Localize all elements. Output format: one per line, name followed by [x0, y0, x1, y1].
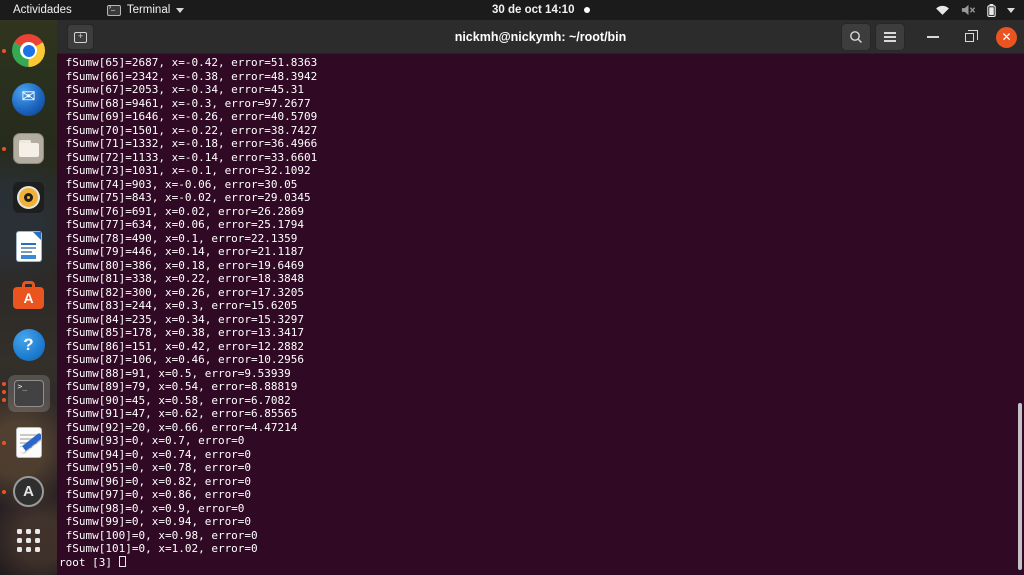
- running-indicator-dot: [1, 489, 6, 494]
- terminal-output-line: fSumw[65]=2687, x=-0.42, error=51.8363: [59, 56, 318, 69]
- terminal-output-line: fSumw[76]=691, x=0.02, error=26.2869: [59, 204, 305, 218]
- terminal-mini-icon: [106, 4, 121, 16]
- terminal-output-line: fSumw[87]=106, x=0.46, error=10.2956: [59, 353, 305, 366]
- terminal-window: nickmh@nickymh: ~/root/bin ✕ fSumw[65]=2…: [57, 20, 1024, 575]
- terminal-output-line: fSumw[98]=0, x=0.9, error=0: [59, 501, 245, 515]
- help-icon: ?: [12, 328, 45, 361]
- app-a-icon: A: [13, 476, 44, 507]
- terminal-output-line: fSumw[70]=1501, x=-0.22, error=38.7427: [59, 123, 318, 137]
- terminal-body[interactable]: fSumw[65]=2687, x=-0.42, error=51.8363 f…: [57, 54, 1024, 575]
- chevron-down-icon: [176, 7, 185, 13]
- running-indicator-dot: [1, 48, 6, 53]
- dock-item-show-applications[interactable]: [8, 522, 50, 559]
- dock-item-ubuntu-software[interactable]: A: [8, 277, 50, 314]
- terminal-output-line: fSumw[77]=634, x=0.06, error=25.1794: [59, 218, 305, 231]
- search-button[interactable]: [841, 23, 871, 51]
- dock-item-text-editor[interactable]: [1, 424, 50, 461]
- dock-item-app-a[interactable]: A: [1, 473, 50, 510]
- terminal-output-line: fSumw[81]=338, x=0.22, error=18.3848: [59, 272, 305, 285]
- terminal-output-line: fSumw[84]=235, x=0.34, error=15.3297: [59, 312, 305, 326]
- terminal-output-line: fSumw[96]=0, x=0.82, error=0: [59, 474, 252, 488]
- close-button[interactable]: ✕: [996, 26, 1017, 48]
- terminal-output-line: fSumw[69]=1646, x=-0.26, error=40.5709: [59, 110, 318, 123]
- libreoffice-writer-icon: [16, 232, 41, 261]
- text-editor-icon: [16, 428, 41, 457]
- restore-button[interactable]: [965, 29, 978, 42]
- minimize-button[interactable]: [927, 36, 939, 38]
- dock-item-terminal[interactable]: [1, 375, 50, 412]
- dock-item-rhythmbox[interactable]: [8, 179, 50, 216]
- app-menu-terminal[interactable]: Terminal: [106, 0, 185, 20]
- new-tab-icon: [74, 31, 87, 43]
- titlebar-controls: ✕: [841, 20, 1024, 54]
- ubuntu-software-icon: A: [13, 281, 44, 310]
- terminal-output-line: fSumw[68]=9461, x=-0.3, error=97.2677: [59, 96, 311, 110]
- thunderbird-icon: [12, 83, 45, 116]
- terminal-output: fSumw[65]=2687, x=-0.42, error=51.8363 f…: [59, 56, 1024, 556]
- new-tab-button[interactable]: [67, 24, 94, 50]
- terminal-output-line: fSumw[67]=2053, x=-0.34, error=45.31: [59, 83, 305, 96]
- terminal-output-line: fSumw[91]=47, x=0.62, error=6.85565: [59, 407, 298, 420]
- terminal-output-line: fSumw[66]=2342, x=-0.38, error=48.3942: [59, 69, 318, 83]
- volume-muted-icon: [961, 4, 976, 16]
- clock-area[interactable]: 30 de oct 14:10: [492, 0, 591, 20]
- search-icon: [850, 31, 862, 43]
- terminal-output-line: fSumw[89]=79, x=0.54, error=8.88819: [59, 380, 298, 393]
- terminal-output-line: fSumw[80]=386, x=0.18, error=19.6469: [59, 258, 305, 272]
- terminal-output-line: fSumw[92]=20, x=0.66, error=4.47214: [59, 420, 298, 434]
- running-indicator-dot: [1, 440, 6, 445]
- hamburger-menu-icon: [884, 32, 896, 42]
- terminal-output-line: fSumw[75]=843, x=-0.02, error=29.0345: [59, 191, 311, 204]
- terminal-scrollbar[interactable]: [1018, 403, 1022, 570]
- terminal-output-line: fSumw[71]=1332, x=-0.18, error=36.4966: [59, 137, 318, 150]
- terminal-output-line: fSumw[93]=0, x=0.7, error=0: [59, 434, 245, 447]
- chevron-down-icon: [1007, 7, 1015, 13]
- running-indicator-dots: [1, 381, 6, 402]
- terminal-output-line: fSumw[73]=1031, x=-0.1, error=32.1092: [59, 164, 311, 177]
- files-folder-icon: [13, 133, 44, 164]
- terminal-output-line: fSumw[83]=244, x=0.3, error=15.6205: [59, 299, 298, 312]
- dock-item-help[interactable]: ?: [8, 326, 50, 363]
- battery-icon: [987, 3, 996, 17]
- chrome-icon: [12, 34, 45, 67]
- top-panel: Actividades Terminal 30 de oct 14:10: [0, 0, 1024, 20]
- prompt-label: root [3]: [59, 555, 119, 569]
- clock-label: 30 de oct 14:10: [492, 4, 575, 16]
- terminal-output-line: fSumw[95]=0, x=0.78, error=0: [59, 461, 252, 474]
- system-status-area[interactable]: [935, 0, 1024, 20]
- terminal-prompt-line: root [3]: [59, 555, 1024, 570]
- wifi-icon: [936, 5, 949, 15]
- app-menu-label: Terminal: [126, 4, 171, 16]
- activities-button[interactable]: Actividades: [0, 0, 85, 20]
- dock-item-files[interactable]: [1, 130, 50, 167]
- terminal-icon: [13, 380, 44, 407]
- terminal-output-line: fSumw[72]=1133, x=-0.14, error=33.6601: [59, 150, 318, 164]
- terminal-output-line: fSumw[90]=45, x=0.58, error=6.7082: [59, 393, 291, 407]
- dock-item-thunderbird[interactable]: [8, 81, 50, 118]
- terminal-output-line: fSumw[99]=0, x=0.94, error=0: [59, 515, 252, 528]
- terminal-output-line: fSumw[94]=0, x=0.74, error=0: [59, 447, 252, 461]
- dock-item-chrome[interactable]: [1, 32, 50, 69]
- terminal-titlebar[interactable]: nickmh@nickymh: ~/root/bin ✕: [57, 20, 1024, 54]
- show-applications-icon: [17, 529, 40, 552]
- running-indicator-dot: [1, 146, 6, 151]
- terminal-output-line: fSumw[79]=446, x=0.14, error=21.1187: [59, 245, 305, 258]
- terminal-output-line: fSumw[88]=91, x=0.5, error=9.53939: [59, 366, 291, 380]
- dock: A ? A: [0, 20, 57, 575]
- terminal-output-line: fSumw[86]=151, x=0.42, error=12.2882: [59, 339, 305, 353]
- terminal-output-line: fSumw[97]=0, x=0.86, error=0: [59, 488, 252, 501]
- terminal-output-line: fSumw[85]=178, x=0.38, error=13.3417: [59, 326, 305, 339]
- terminal-output-line: fSumw[101]=0, x=1.02, error=0: [59, 542, 258, 555]
- menu-button[interactable]: [875, 23, 905, 51]
- terminal-output-line: fSumw[100]=0, x=0.98, error=0: [59, 528, 258, 542]
- terminal-output-line: fSumw[78]=490, x=0.1, error=22.1359: [59, 231, 298, 245]
- terminal-cursor: [118, 555, 126, 567]
- dock-item-libreoffice-writer[interactable]: [8, 228, 50, 265]
- terminal-output-line: fSumw[82]=300, x=0.26, error=17.3205: [59, 285, 305, 299]
- media-indicator-dot: [584, 7, 591, 13]
- rhythmbox-icon: [13, 182, 44, 213]
- terminal-output-line: fSumw[74]=903, x=-0.06, error=30.05: [59, 177, 298, 191]
